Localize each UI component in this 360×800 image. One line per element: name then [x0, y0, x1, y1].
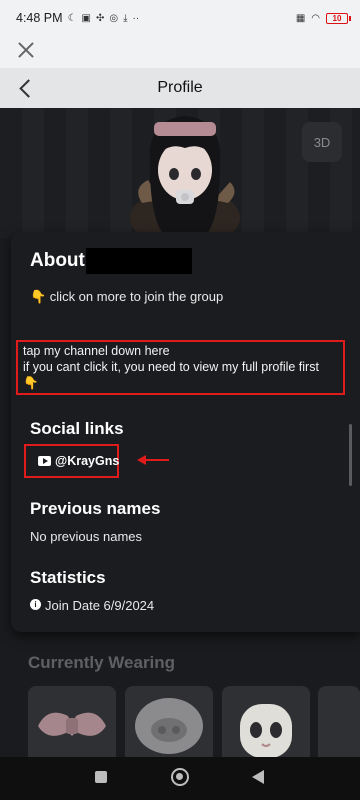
about-text-line: tap my channel down here	[23, 344, 170, 358]
more-notifications-icon: ··	[132, 12, 140, 24]
nfc-icon: ▣	[81, 12, 91, 24]
wearing-item-face[interactable]	[222, 686, 310, 758]
instagram-icon: ◎	[109, 12, 119, 24]
statistics-heading: Statistics	[30, 568, 106, 587]
page-title: Profile	[157, 79, 203, 96]
avatar-viewer[interactable]: 3D	[0, 108, 360, 238]
info-icon: i	[30, 599, 41, 610]
about-text-line: 👇	[23, 376, 39, 390]
bow-item-image	[38, 712, 106, 736]
scrollbar[interactable]	[349, 424, 352, 486]
download-icon: ⤓	[123, 12, 128, 24]
face-item-image	[240, 704, 292, 758]
home-button[interactable]	[171, 768, 189, 786]
moon-icon: ☾	[67, 12, 77, 24]
status-bar: 4:48 PM ☾ ▣ ✣ ◎ ⤓ ·· ▦ ◠ 10	[0, 0, 360, 36]
sim-icon: ▦	[295, 12, 306, 24]
currently-wearing-heading: Currently Wearing	[28, 653, 176, 672]
annotation-arrow	[137, 455, 169, 465]
join-date: Join Date 6/9/2024	[45, 598, 155, 613]
previous-names-heading: Previous names	[30, 499, 161, 518]
wifi-icon: ◠	[311, 12, 320, 24]
status-time: 4:48 PM	[16, 11, 63, 25]
youtube-icon[interactable]	[38, 456, 51, 466]
mask-item-image	[135, 698, 203, 754]
redacted-username	[86, 248, 192, 274]
wearing-item-partial[interactable]	[318, 686, 360, 758]
youtube-link[interactable]: @KrayGns	[55, 454, 119, 468]
about-text-line: 👇 click on more to join the group	[30, 289, 224, 304]
title-bar: Profile	[0, 68, 360, 108]
recents-button[interactable]	[95, 771, 107, 783]
webview-toolbar	[0, 36, 360, 68]
about-text-block: tap my channel down here if you cant cli…	[23, 343, 319, 391]
close-icon[interactable]	[16, 40, 36, 60]
wearing-item-mask[interactable]	[125, 686, 213, 758]
wearing-item-bow[interactable]	[28, 686, 116, 758]
social-links-heading: Social links	[30, 419, 124, 438]
profile-card: About 👇 click on more to join the group …	[11, 232, 360, 632]
previous-names-value: No previous names	[30, 529, 142, 544]
battery-icon: 10	[326, 12, 351, 24]
fan-icon: ✣	[95, 12, 105, 24]
system-nav-bar	[0, 757, 360, 800]
about-text-line: if you cant click it, you need to view m…	[23, 360, 319, 374]
about-heading: About	[30, 250, 85, 271]
avatar-image	[130, 116, 240, 238]
back-button[interactable]	[252, 770, 264, 784]
view-3d-button[interactable]: 3D	[302, 122, 342, 162]
